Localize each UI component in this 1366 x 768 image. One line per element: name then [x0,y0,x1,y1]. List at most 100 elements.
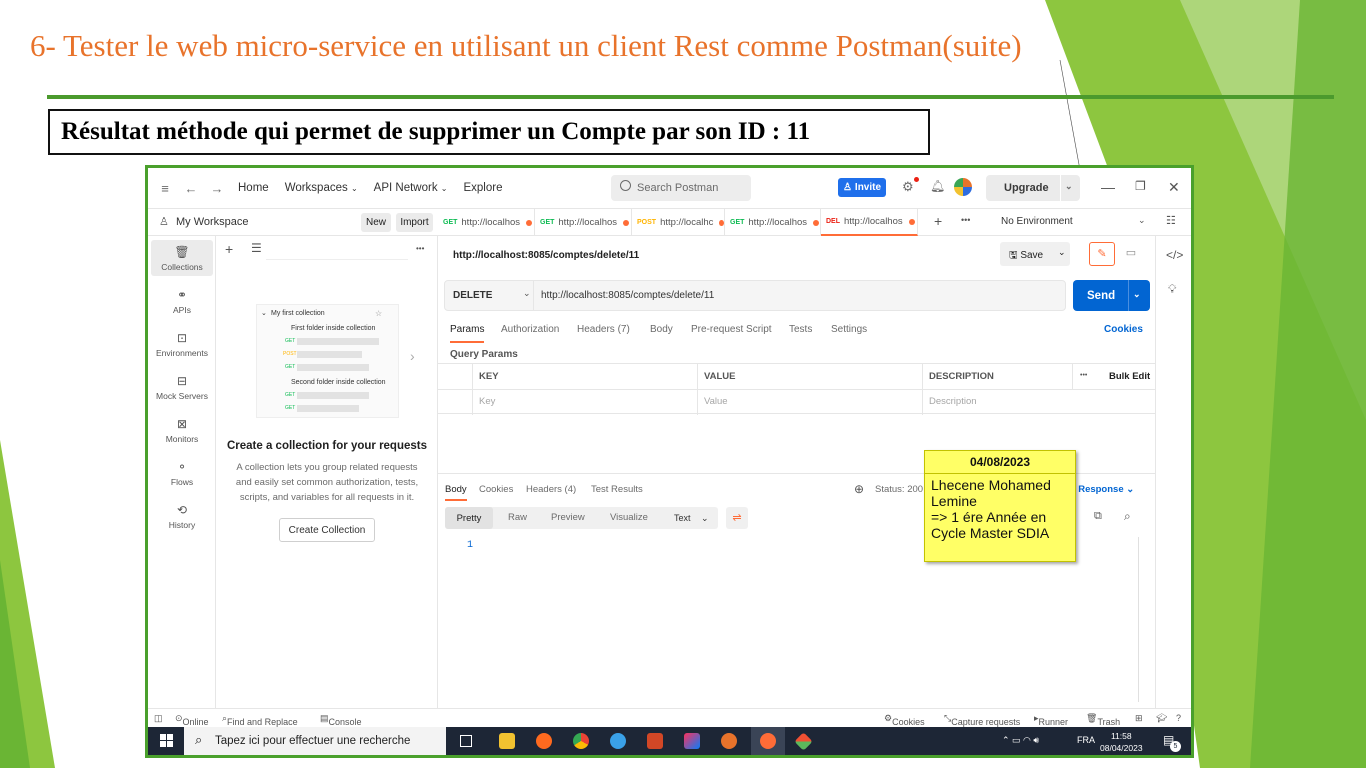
runner-button[interactable]: ▸ Runner [1034,713,1068,727]
environment-select[interactable]: No Environment [1001,216,1073,227]
description-input[interactable]: Description [929,396,977,407]
taskbar-search-input[interactable]: ⌕ Tapez ici pour effectuer une recherche [184,727,446,755]
help-icon[interactable]: ? [1176,713,1181,723]
response-tab-body[interactable]: Body [445,484,467,501]
copy-icon[interactable]: ⧉ [1094,510,1102,523]
tab-body[interactable]: Body [650,324,673,335]
tab-params[interactable]: Params [450,324,485,343]
chrome-profile-icon[interactable] [721,733,737,749]
sidebar-item-history[interactable]: ⟲ History [151,503,213,530]
settings-icon[interactable]: ⚙ [902,179,914,195]
send-button[interactable]: Send ⌄ [1073,280,1150,311]
cookies-link[interactable]: Cookies [1104,324,1143,335]
key-input[interactable]: Key [479,396,495,407]
more-tabs-icon[interactable]: ••• [961,215,970,225]
forward-arrow-icon[interactable]: → [204,181,230,196]
tab-headers[interactable]: Headers (7) [577,324,630,335]
maximize-icon[interactable]: ❐ [1135,179,1146,193]
online-status[interactable]: ⊙ Online [175,713,209,727]
new-button[interactable]: New [361,213,391,232]
paint-icon[interactable] [610,733,626,749]
more-options-icon[interactable]: ••• [1080,372,1087,379]
format-preview[interactable]: Preview [551,512,585,523]
tab-settings[interactable]: Settings [831,324,867,335]
minimize-icon[interactable]: — [1101,179,1115,195]
back-arrow-icon[interactable]: ← [178,181,204,196]
invite-button[interactable]: ♙ Invite [838,178,886,197]
add-tab-icon[interactable]: + [934,213,942,229]
sidebar-item-monitors[interactable]: ⊠ Monitors [151,417,213,444]
git-icon[interactable] [794,732,813,751]
add-collection-icon[interactable]: + [225,241,233,257]
powerpoint-icon[interactable] [647,733,663,749]
chrome-icon[interactable] [573,733,589,749]
create-collection-button[interactable]: Create Collection [279,518,375,542]
sidebar-item-mock-servers[interactable]: ⊟ Mock Servers [151,374,213,401]
chevron-right-icon[interactable]: › [410,348,415,364]
format-pretty[interactable]: Pretty [445,507,493,529]
nav-home[interactable]: Home [238,182,269,194]
language-indicator[interactable]: FRA [1077,735,1095,745]
clock[interactable]: 11:58 08/04/2023 [1100,730,1143,754]
value-input[interactable]: Value [704,396,728,407]
sidebar-item-collections[interactable]: 🗑︎ Collections [151,240,213,276]
sidebar-toggle-icon[interactable]: ◫ [154,713,163,724]
tab-pre-request-script[interactable]: Pre-request Script [691,324,772,335]
request-tab[interactable]: DEL http://localhos [821,209,918,236]
bootcamp-icon[interactable]: 🎓︎ [1156,713,1167,724]
lightbulb-icon[interactable]: 💡︎ [1168,282,1176,297]
more-options-icon[interactable]: ••• [416,244,424,253]
tray-icons[interactable]: ⌃ ▭ ◠ 🔊︎ [1002,735,1039,746]
format-visualize[interactable]: Visualize [610,512,648,523]
request-tab[interactable]: GET http://localhos [535,209,632,236]
code-icon[interactable]: </> [1166,248,1183,262]
avatar[interactable] [954,178,972,196]
request-tab[interactable]: POST http://localhc [632,209,725,236]
tab-authorization[interactable]: Authorization [501,324,559,335]
task-view-icon[interactable] [460,735,472,747]
sidebar-item-apis[interactable]: ⚭ APIs [151,288,213,315]
console-button[interactable]: ▤ Console [320,713,362,727]
bell-icon[interactable]: 🔔︎ [930,179,945,193]
collection-search-input[interactable] [266,242,408,260]
url-input[interactable]: http://localhost:8085/comptes/delete/11 [541,290,714,301]
upgrade-button[interactable]: Upgrade ⌄ [986,175,1080,201]
search-input[interactable]: Search Postman [611,175,751,201]
menu-icon[interactable]: ≡ [152,181,178,196]
intellij-icon[interactable] [684,733,700,749]
capture-requests-button[interactable]: ⤡ Capture requests [944,713,1020,727]
format-type-select[interactable]: Text ⌄ [666,507,718,529]
request-tab[interactable]: GET http://localhos [438,209,535,236]
tab-tests[interactable]: Tests [789,324,812,335]
sidebar-item-flows[interactable]: ⚬ Flows [151,460,213,487]
response-tab-headers[interactable]: Headers (4) [526,484,576,495]
method-select[interactable]: DELETE [453,290,492,301]
filter-icon[interactable]: ☰ [251,241,262,255]
nav-api-network[interactable]: API Network ⌄ [374,182,448,194]
nav-workspaces[interactable]: Workspaces ⌄ [285,182,358,194]
search-icon[interactable]: ⌕ [1124,509,1131,524]
trash-button[interactable]: 🗑︎ Trash [1086,713,1120,727]
save-button[interactable]: 🖫︎ Save ⌄ [1000,242,1070,266]
postman-icon[interactable] [760,733,776,749]
import-button[interactable]: Import [396,213,433,232]
response-tab-test-results[interactable]: Test Results [591,484,643,495]
format-raw[interactable]: Raw [508,512,527,523]
cookies-button[interactable]: ⚙ Cookies [884,713,925,727]
sidebar-item-environments[interactable]: ⊡ Environments [151,331,213,358]
scrollbar[interactable] [1138,537,1139,702]
file-explorer-icon[interactable] [499,733,515,749]
two-pane-icon[interactable]: ⊞ [1135,713,1143,724]
request-tab[interactable]: GET http://localhos [725,209,821,236]
environment-quick-look-icon[interactable]: ☷ [1166,214,1176,227]
bulk-edit-link[interactable]: Bulk Edit [1109,371,1150,382]
find-replace-button[interactable]: ⌕ Find and Replace [222,713,298,727]
windows-start-icon[interactable] [160,734,173,747]
wrap-lines-icon[interactable]: ⇌ [726,507,748,529]
close-icon[interactable]: ✕ [1168,179,1180,196]
nav-explore[interactable]: Explore [463,182,502,194]
edit-mode-button[interactable]: ✎ [1089,242,1115,266]
workspace-name[interactable]: My Workspace [176,216,249,228]
comments-icon[interactable]: ▭ [1118,242,1144,266]
firefox-icon[interactable] [536,733,552,749]
